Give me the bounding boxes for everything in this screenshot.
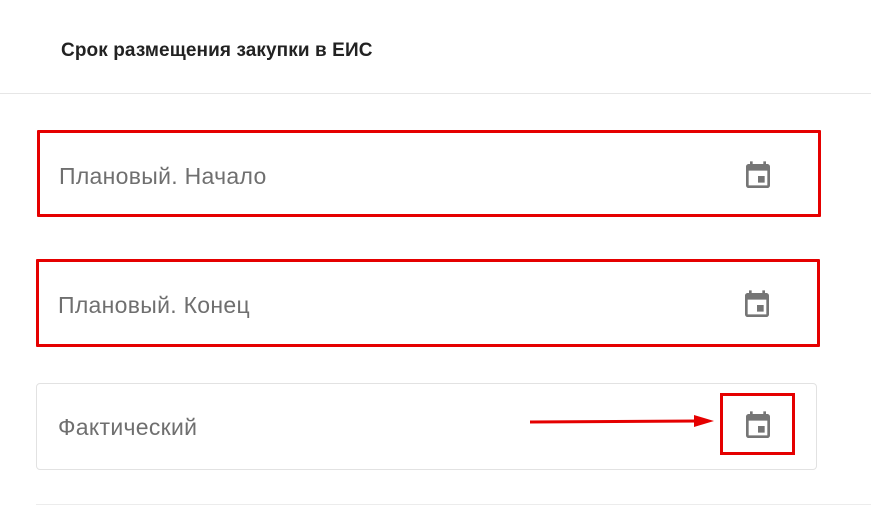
annotation-arrow bbox=[529, 415, 714, 427]
planned-start-date-label: Плановый. Начало bbox=[59, 163, 267, 189]
calendar-icon[interactable] bbox=[741, 288, 773, 322]
planned-start-date-field[interactable]: Плановый. Начало bbox=[37, 130, 821, 217]
calendar-icon[interactable] bbox=[742, 159, 774, 193]
divider bbox=[36, 504, 871, 505]
planned-end-date-field[interactable]: Плановый. Конец bbox=[36, 259, 820, 347]
page: Срок размещения закупки в ЕИС Плановый. … bbox=[0, 0, 871, 507]
section-header: Срок размещения закупки в ЕИС bbox=[0, 0, 871, 94]
planned-end-date-label: Плановый. Конец bbox=[58, 292, 250, 318]
calendar-icon-highlight-box bbox=[720, 393, 795, 455]
actual-date-label: Фактический bbox=[58, 414, 198, 440]
section-title: Срок размещения закупки в ЕИС bbox=[61, 40, 373, 61]
